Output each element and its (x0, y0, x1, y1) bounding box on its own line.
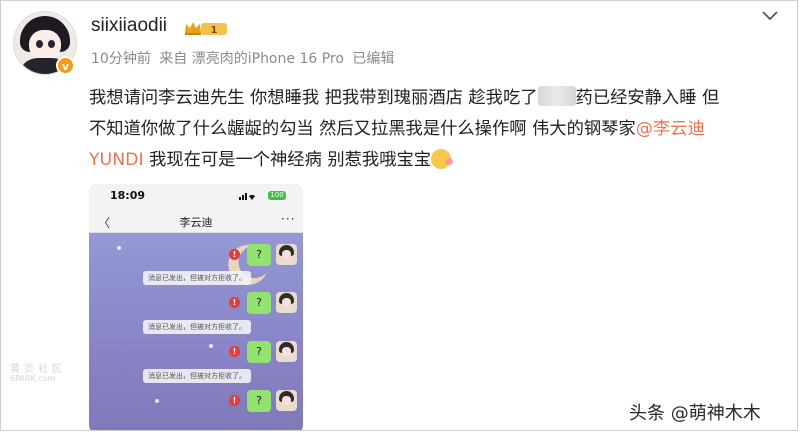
battery-icon: 100 (268, 191, 286, 200)
send-failed-icon: ! (229, 395, 240, 406)
wink-emoji-icon (431, 149, 454, 169)
weibo-post-card: v siixiiaodii 1 10分钟前 来自 漂亮肉的iPhone 16 P… (0, 0, 798, 431)
rejected-notice: 消息已发出，但被对方拒收了。 (143, 320, 251, 334)
mention-link-cont[interactable]: YUNDI (89, 150, 144, 170)
vip-level-badge-icon: 1 (185, 22, 227, 36)
phone-time: 18:09 (110, 189, 146, 202)
avatar-eye-left (36, 40, 43, 48)
chat-title: 李云迪 (179, 216, 213, 229)
post-edited[interactable]: 已编辑 (352, 51, 394, 67)
star-decor (117, 246, 121, 250)
vip-level-number: 1 (211, 25, 218, 36)
post-text-line2: 不知道你做了什么龌龊的勾当 然后又拉黑我是什么操作啊 伟大的钢琴家 (89, 119, 636, 139)
post-meta: 10分钟前 来自 漂亮肉的iPhone 16 Pro 已编辑 (91, 48, 398, 68)
chat-screenshot-image[interactable]: 18:09 100 〈 李云迪 ··· ! ? 消息已发出，但被对方拒收了。 !… (89, 184, 303, 430)
star-decor (209, 344, 213, 348)
star-decor (155, 399, 159, 403)
mention-link[interactable]: @李云迪 (636, 119, 705, 139)
message-bubble: ? (247, 341, 271, 363)
watermark: 黄页社区 (10, 364, 66, 375)
send-failed-icon: ! (229, 346, 240, 357)
rejected-notice: 消息已发出，但被对方拒收了。 (143, 271, 251, 285)
more-icon: ··· (281, 212, 296, 226)
watermark-url: 6PARK.com (10, 374, 56, 383)
sender-avatar (276, 292, 297, 313)
post-time: 10分钟前 (91, 51, 151, 67)
sender-avatar (276, 390, 297, 411)
post-text-line3: 我现在可是一个神经病 别惹我哦宝宝 (143, 150, 432, 170)
chevron-down-icon[interactable] (761, 9, 779, 23)
message-bubble: ? (247, 244, 271, 266)
send-failed-icon: ! (229, 249, 240, 260)
sender-avatar (276, 244, 297, 265)
avatar-eye-right (48, 40, 55, 48)
send-failed-icon: ! (229, 297, 240, 308)
post-text-line1b: 药已经安静入睡 但 (575, 88, 720, 108)
redacted-blur (537, 86, 576, 106)
post-text-line1a: 我想请问李云迪先生 你想睡我 把我带到瑰丽酒店 趁我吃了 (89, 88, 538, 108)
source-credit: 头条 @萌神木木 (629, 403, 761, 424)
message-bubble: ? (247, 390, 271, 412)
avatar-face (29, 30, 61, 60)
sender-avatar (276, 341, 297, 362)
verified-badge-icon: v (56, 56, 75, 75)
rejected-notice: 消息已发出，但被对方拒收了。 (143, 369, 251, 383)
signal-wifi-icon (239, 193, 255, 200)
username[interactable]: siixiiaodii (91, 15, 167, 37)
post-text: 我想请问李云迪先生 你想睡我 把我带到瑰丽酒店 趁我吃了 药已经安静入睡 但 不知… (89, 83, 789, 176)
post-source[interactable]: 来自 漂亮肉的iPhone 16 Pro (159, 51, 344, 67)
message-bubble: ? (247, 292, 271, 314)
